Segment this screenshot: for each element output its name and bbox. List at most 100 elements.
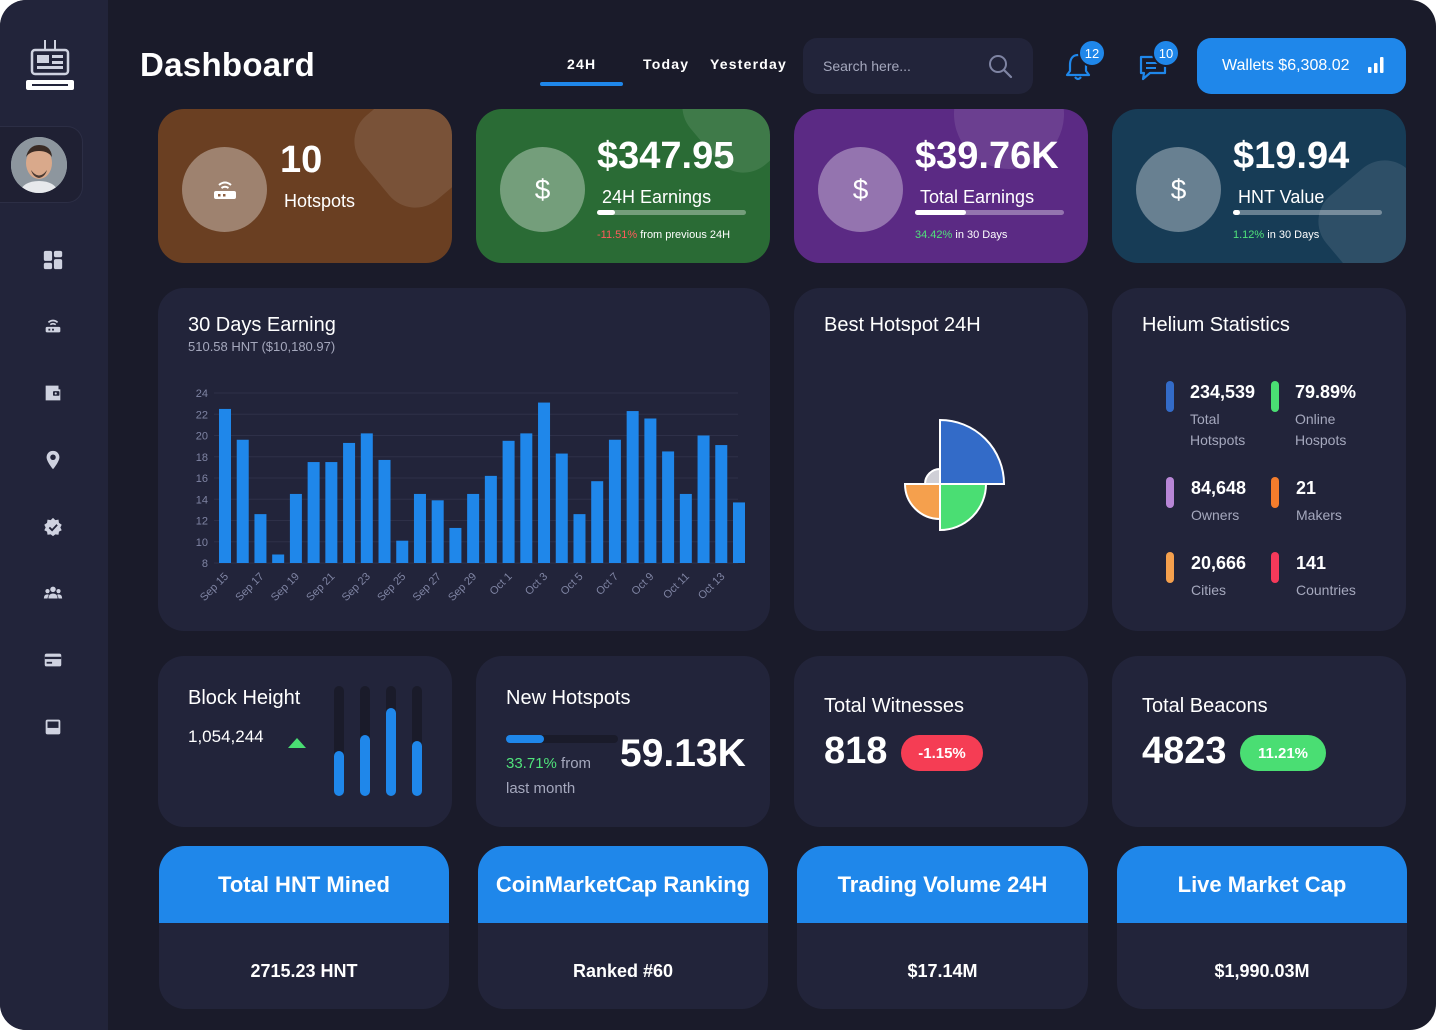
earning-bar — [272, 554, 285, 563]
block-bar-track — [360, 686, 370, 796]
y-tick-label: 14 — [196, 494, 208, 506]
earning-bar — [733, 502, 745, 563]
hotspots-label: Hotspots — [284, 191, 356, 211]
y-tick-label: 24 — [196, 388, 208, 400]
location-icon[interactable] — [40, 447, 66, 473]
earnings-24h-progress — [597, 210, 746, 215]
sidebar — [0, 0, 108, 1030]
earning-bar — [573, 514, 586, 563]
total-earnings-card[interactable]: $ $39.76K Total Earnings 34.42% in 30 Da… — [794, 109, 1088, 263]
earning-bar — [538, 402, 551, 563]
x-tick-label: Sep 23 — [340, 571, 373, 604]
dollar-icon: $ — [852, 173, 869, 205]
users-icon[interactable] — [40, 580, 66, 606]
messages-button[interactable]: 10 — [1136, 39, 1180, 84]
stat-value: 84,648 — [1191, 478, 1247, 498]
block-height-value: 1,054,244 — [188, 727, 264, 746]
avatar[interactable] — [11, 137, 67, 193]
earning-bar — [325, 462, 338, 563]
tab-yesterday[interactable]: Yesterday — [710, 56, 787, 72]
beacons-value: 4823 — [1142, 730, 1227, 772]
hnt-value-value: $19.94 — [1233, 135, 1350, 177]
profile-card[interactable] — [0, 126, 83, 203]
new-hotspots-card: New Hotspots 33.71% from last month 59.1… — [476, 656, 770, 827]
dashboard-icon[interactable] — [40, 247, 66, 273]
page-title: Dashboard — [140, 46, 316, 83]
stat-color-bar — [1271, 381, 1279, 412]
badge-check-icon[interactable] — [40, 514, 66, 540]
change-percent: -11.51% — [597, 229, 638, 241]
progress-fill — [597, 210, 615, 215]
hotspot-circle — [182, 147, 267, 232]
earnings-24h-value: $347.95 — [597, 135, 735, 177]
x-tick-label: Oct 11 — [661, 571, 692, 602]
cmc-ranking-title: CoinMarketCap Ranking — [478, 846, 768, 923]
witnesses-title: Total Witnesses — [824, 695, 965, 717]
search-input[interactable] — [823, 56, 983, 76]
router-icon — [213, 181, 236, 199]
archive-icon[interactable] — [40, 714, 66, 740]
market-cap-title: Live Market Cap — [1117, 846, 1407, 923]
earning-bar — [289, 493, 302, 563]
earning-bar — [219, 408, 231, 563]
stat-color-bar — [1271, 477, 1279, 508]
earning-bar — [662, 451, 675, 563]
search-box[interactable] — [803, 38, 1033, 94]
best-hotspot-chart — [903, 418, 1006, 532]
x-tick-label: Sep 15 — [198, 571, 231, 604]
block-bar-track — [334, 686, 344, 796]
hnt-value-card[interactable]: $ $19.94 HNT Value 1.12% in 30 Days — [1112, 109, 1406, 263]
block-height-title: Block Height — [188, 687, 301, 709]
stat-color-bar — [1166, 477, 1174, 508]
search-icon[interactable] — [986, 52, 1014, 80]
stat-label: Countries — [1296, 582, 1356, 598]
tab-24h[interactable]: 24H — [567, 56, 596, 72]
change-percent: 1.12% — [1233, 229, 1265, 241]
earning-bar — [378, 459, 391, 563]
trading-volume-title: Trading Volume 24H — [797, 846, 1088, 923]
x-tick-label: Sep 17 — [233, 571, 266, 604]
messages-badge: 10 — [1152, 39, 1180, 67]
earning-bar — [413, 493, 426, 563]
change-text: from previous 24H — [640, 229, 731, 241]
change-text: from — [561, 755, 592, 772]
notifications-button[interactable]: 12 — [1061, 39, 1106, 84]
tab-today[interactable]: Today — [643, 56, 689, 72]
dollar-circle: $ — [1136, 147, 1221, 232]
earning-bar — [449, 527, 462, 563]
witnesses-change-badge: -1.15% — [901, 735, 983, 771]
wallets-button[interactable]: Wallets $6,308.02 — [1197, 38, 1406, 94]
card-decoration — [340, 109, 452, 222]
stat-value: 234,539 — [1190, 382, 1256, 402]
hotspots-card[interactable]: 10 Hotspots — [158, 109, 452, 263]
best-hotspot-card: Best Hotspot 24H — [794, 288, 1088, 631]
market-cap-card: Live Market Cap $1,990.03M — [1117, 846, 1407, 1009]
trading-volume-value: $17.14M — [907, 961, 978, 981]
chart-slice-grey — [923, 467, 941, 485]
progress-fill — [1233, 210, 1241, 215]
total-earnings-value: $39.76K — [915, 135, 1059, 177]
earning-bar — [467, 493, 480, 563]
stat-label: Cities — [1191, 582, 1227, 598]
x-tick-label: Sep 29 — [446, 571, 479, 604]
earnings-24h-card[interactable]: $ $347.95 24H Earnings -11.51% from prev… — [476, 109, 770, 263]
total-earnings-progress — [915, 210, 1064, 215]
stat-value: 20,666 — [1191, 553, 1247, 573]
y-tick-label: 20 — [196, 431, 208, 443]
witnesses-card: Total Witnesses 818 -1.15% — [794, 656, 1088, 827]
new-hotspots-change: 33.71% from — [506, 755, 591, 772]
new-hotspots-title: New Hotspots — [506, 687, 631, 709]
change-text: in 30 Days — [1267, 229, 1320, 241]
router-icon[interactable] — [40, 313, 66, 339]
bar-chart-icon — [1368, 57, 1384, 73]
y-tick-label: 10 — [196, 537, 208, 549]
beacons-title: Total Beacons — [1142, 695, 1268, 717]
app-window: Dashboard 24H Today Yesterday 12 10 Wall… — [0, 0, 1436, 1030]
earning-bar — [608, 439, 621, 563]
credit-card-icon[interactable] — [40, 647, 66, 673]
block-bar-fill — [360, 735, 370, 796]
wallet-icon[interactable] — [40, 380, 66, 406]
stat-label: Makers — [1296, 507, 1342, 523]
active-tab-indicator — [540, 82, 623, 86]
new-hotspots-value: 59.13K — [620, 732, 746, 775]
